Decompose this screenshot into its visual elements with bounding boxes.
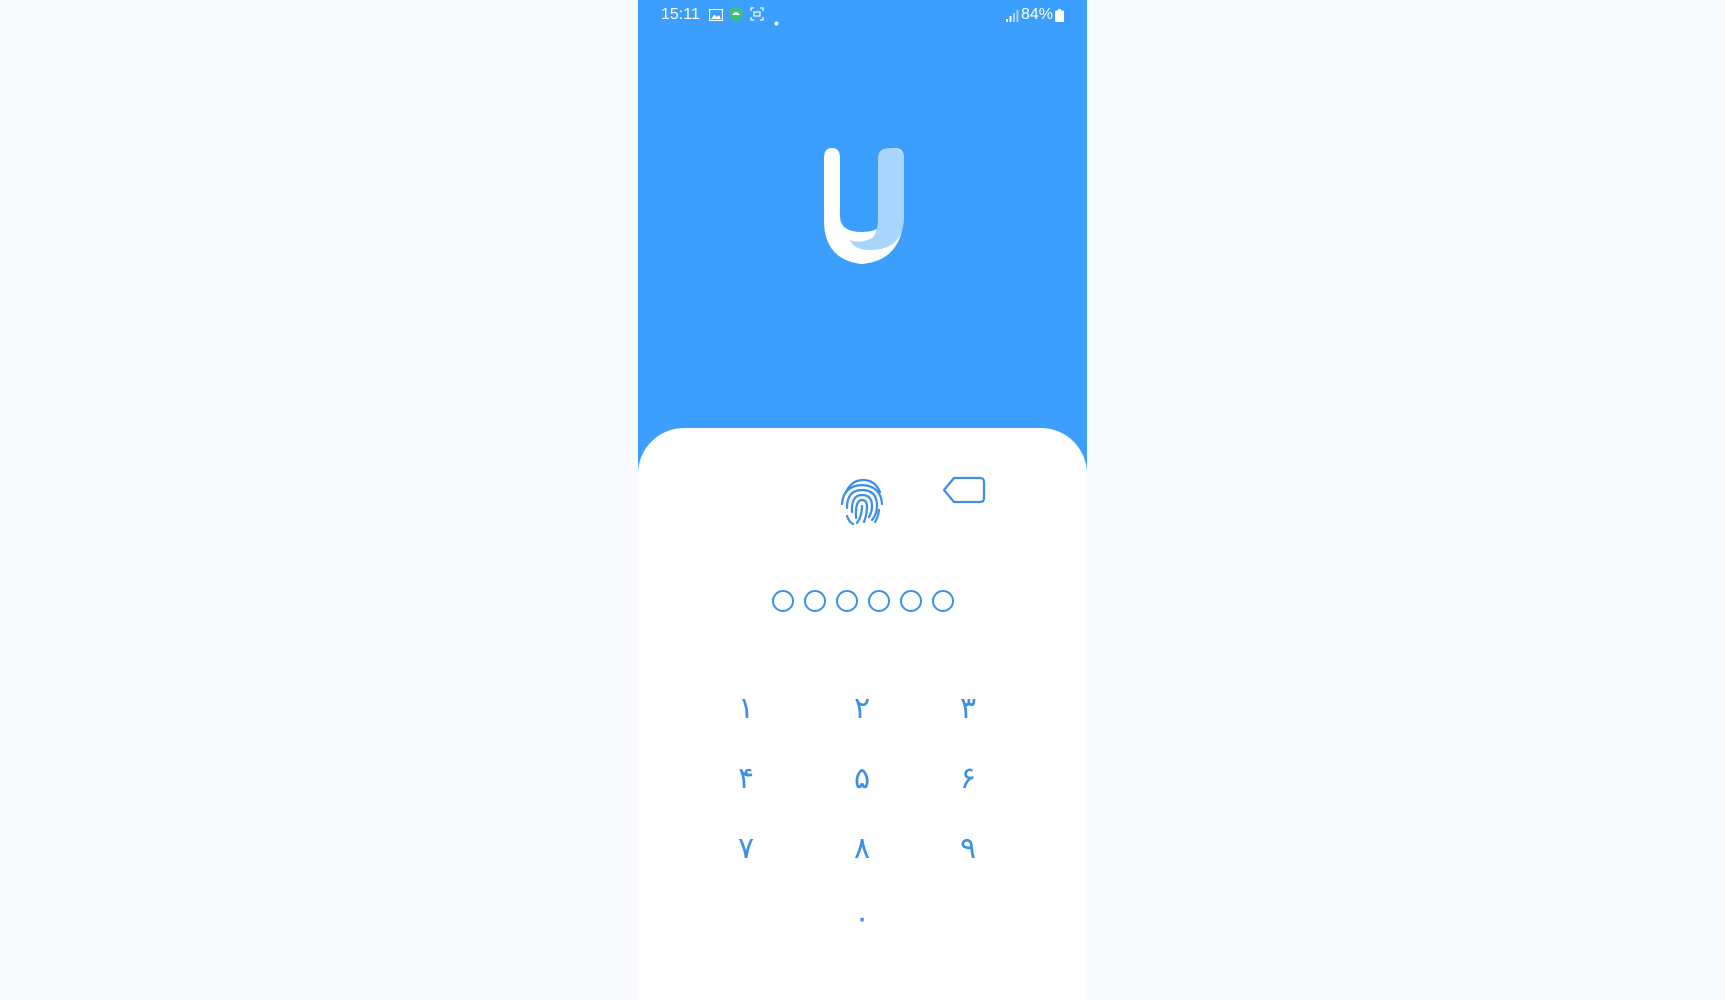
u-logo-icon <box>816 146 912 266</box>
key-5[interactable]: ۵ <box>822 748 902 808</box>
key-6[interactable]: ۶ <box>928 748 1008 808</box>
backspace-icon[interactable] <box>942 475 986 505</box>
key-1[interactable]: ۱ <box>706 678 786 738</box>
pin-dot <box>931 590 954 612</box>
key-0[interactable]: ۰ <box>822 888 902 948</box>
dot-icon <box>774 12 779 30</box>
phone-screen: 15:11 84% ۱ ۲ ۳ ۴ ۵ ۶ ۷ ۸ ۹ ۰ <box>638 0 1087 1000</box>
key-4[interactable]: ۴ <box>706 748 786 808</box>
pin-dot <box>867 590 890 612</box>
fingerprint-icon[interactable] <box>839 476 885 526</box>
status-bar: 15:11 84% <box>638 0 1087 32</box>
key-9[interactable]: ۹ <box>928 818 1008 878</box>
key-2[interactable]: ۲ <box>822 678 902 738</box>
key-7[interactable]: ۷ <box>706 818 786 878</box>
battery-icon <box>1055 8 1064 26</box>
unlock-panel: ۱ ۲ ۳ ۴ ۵ ۶ ۷ ۸ ۹ ۰ <box>638 428 1087 1000</box>
status-time: 15:11 <box>661 6 700 23</box>
pin-dot <box>803 590 826 612</box>
app-notification-icon <box>729 7 743 25</box>
pin-dot <box>899 590 922 612</box>
signal-icon <box>1006 8 1019 26</box>
pin-dot <box>835 590 858 612</box>
pin-indicator <box>638 590 1087 616</box>
key-8[interactable]: ۸ <box>822 818 902 878</box>
battery-percent: 84% <box>1020 6 1053 23</box>
pin-dot <box>771 590 794 612</box>
gallery-icon <box>708 7 724 25</box>
screenshot-icon <box>750 7 764 25</box>
key-3[interactable]: ۳ <box>928 678 1008 738</box>
